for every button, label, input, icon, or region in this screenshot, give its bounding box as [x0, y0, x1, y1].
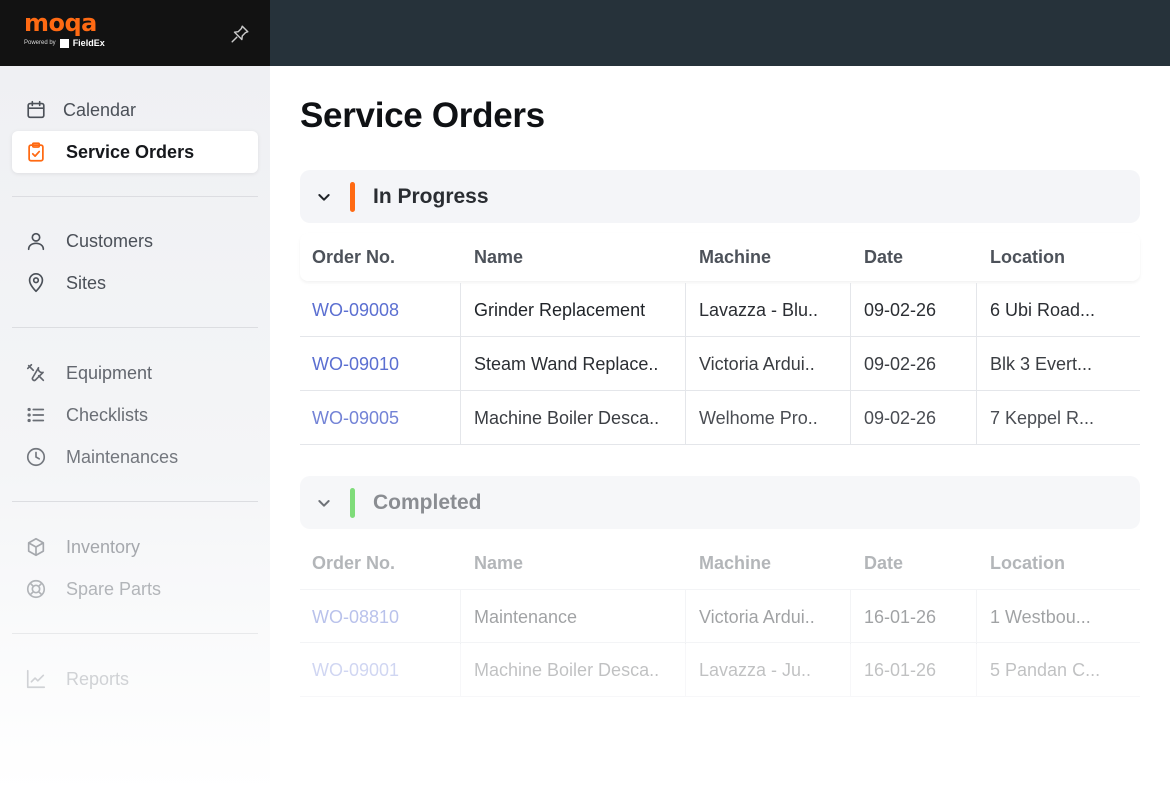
- sidebar-divider: [12, 633, 258, 634]
- order-name: Grinder Replacement: [474, 299, 646, 320]
- order-name: Machine Boiler Desca..: [474, 659, 660, 680]
- order-number-link[interactable]: WO-09010: [312, 337, 399, 391]
- order-location: 7 Keppel R...: [990, 407, 1095, 428]
- order-location: 5 Pandan C...: [990, 659, 1101, 680]
- sidebar-item-inventory[interactable]: Inventory: [12, 526, 258, 568]
- sidebar: Calendar Service Orders Customers Sites …: [0, 66, 270, 792]
- lifebuoy-icon: [24, 577, 48, 601]
- sidebar-item-label: Inventory: [66, 536, 141, 557]
- chevron-down-icon[interactable]: [314, 493, 334, 513]
- clock-icon: [24, 445, 48, 469]
- order-machine: Lavazza - Blu..: [699, 299, 819, 320]
- calendar-icon: [24, 98, 48, 122]
- group-header-completed[interactable]: Completed: [300, 476, 1140, 529]
- status-indicator-in-progress: [350, 181, 355, 212]
- group-title: Completed: [373, 490, 482, 514]
- sidebar-item-label: Checklists: [66, 404, 149, 425]
- table-header-row: Order No. Name Machine Date Location: [300, 233, 1140, 281]
- pin-icon: [231, 25, 249, 43]
- order-number-link[interactable]: WO-08810: [312, 590, 399, 644]
- sidebar-item-label: Service Orders: [66, 141, 195, 162]
- column-header-date[interactable]: Date: [864, 553, 903, 574]
- sidebar-item-customers[interactable]: Customers: [12, 220, 258, 262]
- order-number-link[interactable]: WO-09005: [312, 391, 399, 445]
- order-machine: Victoria Ardui..: [699, 353, 815, 374]
- tools-icon: [24, 361, 48, 385]
- table-header-row: Order No. Name Machine Date Location: [300, 539, 1140, 587]
- box-icon: [24, 535, 48, 559]
- sidebar-item-spare-parts[interactable]: Spare Parts: [12, 568, 258, 610]
- order-number-link[interactable]: WO-09008: [312, 283, 399, 337]
- order-location: Blk 3 Evert...: [990, 353, 1093, 374]
- table-row[interactable]: WO-09005 Machine Boiler Desca.. Welhome …: [300, 391, 1140, 445]
- moqa-logo: moqa Powered by FieldEx: [24, 10, 105, 48]
- order-date: 09-02-26: [864, 353, 937, 374]
- column-header-machine[interactable]: Machine: [699, 247, 771, 268]
- map-pin-icon: [24, 271, 48, 295]
- order-date: 09-02-26: [864, 299, 937, 320]
- pin-sidebar-button[interactable]: [226, 20, 254, 48]
- sidebar-item-service-orders[interactable]: Service Orders: [12, 131, 258, 173]
- sidebar-item-label: Calendar: [63, 99, 137, 120]
- fieldex-label: FieldEx: [72, 38, 105, 48]
- order-date: 09-02-26: [864, 407, 937, 428]
- order-name: Maintenance: [474, 606, 578, 627]
- column-header-location[interactable]: Location: [990, 553, 1065, 574]
- sidebar-item-label: Equipment: [66, 362, 153, 383]
- sidebar-item-sites[interactable]: Sites: [12, 262, 258, 304]
- top-header-bar: [270, 0, 1170, 66]
- order-location: 1 Westbou...: [990, 606, 1091, 627]
- order-machine: Welhome Pro..: [699, 407, 818, 428]
- order-number-link[interactable]: WO-09001: [312, 643, 399, 697]
- column-header-machine[interactable]: Machine: [699, 553, 771, 574]
- sidebar-item-label: Customers: [66, 230, 154, 251]
- status-indicator-completed: [350, 487, 355, 518]
- table-row[interactable]: WO-09008 Grinder Replacement Lavazza - B…: [300, 283, 1140, 337]
- fieldex-mark-icon: [59, 38, 69, 48]
- logo-wordmark: moqa: [24, 9, 97, 37]
- brand-bar: moqa Powered by FieldEx: [0, 0, 270, 66]
- sidebar-item-label: Maintenances: [66, 446, 179, 467]
- order-name: Steam Wand Replace..: [474, 353, 659, 374]
- sidebar-item-checklists[interactable]: Checklists: [12, 394, 258, 436]
- order-name: Machine Boiler Desca..: [474, 407, 660, 428]
- group-header-in-progress[interactable]: In Progress: [300, 170, 1140, 223]
- sidebar-item-label: Reports: [66, 668, 130, 689]
- column-header-location[interactable]: Location: [990, 247, 1065, 268]
- powered-by-label: Powered by: [24, 40, 56, 46]
- table-row[interactable]: WO-09001 Machine Boiler Desca.. Lavazza …: [300, 643, 1140, 697]
- sidebar-divider: [12, 327, 258, 328]
- table-row[interactable]: WO-08810 Maintenance Victoria Ardui.. 16…: [300, 589, 1140, 644]
- order-location: 6 Ubi Road...: [990, 299, 1096, 320]
- sidebar-item-equipment[interactable]: Equipment: [12, 352, 258, 394]
- sidebar-item-label: Spare Parts: [66, 578, 162, 599]
- sidebar-item-reports[interactable]: Reports: [12, 658, 258, 700]
- chevron-down-icon[interactable]: [314, 187, 334, 207]
- clipboard-check-icon: [24, 140, 48, 164]
- sidebar-divider: [12, 501, 258, 502]
- group-title: In Progress: [373, 184, 489, 208]
- column-header-name[interactable]: Name: [474, 553, 523, 574]
- list-icon: [24, 403, 48, 427]
- sidebar-divider: [12, 196, 258, 197]
- chart-line-icon: [24, 667, 48, 691]
- sidebar-item-maintenances[interactable]: Maintenances: [12, 436, 258, 478]
- column-header-name[interactable]: Name: [474, 247, 523, 268]
- sidebar-item-calendar[interactable]: Calendar: [12, 89, 258, 131]
- page-title: Service Orders: [300, 96, 545, 135]
- column-header-date[interactable]: Date: [864, 247, 903, 268]
- user-icon: [24, 229, 48, 253]
- column-header-order-no[interactable]: Order No.: [312, 247, 395, 268]
- order-date: 16-01-26: [864, 606, 937, 627]
- order-machine: Victoria Ardui..: [699, 606, 815, 627]
- sidebar-item-label: Sites: [66, 272, 107, 293]
- column-header-order-no[interactable]: Order No.: [312, 553, 395, 574]
- order-date: 16-01-26: [864, 659, 937, 680]
- order-machine: Lavazza - Ju..: [699, 659, 812, 680]
- table-row[interactable]: WO-09010 Steam Wand Replace.. Victoria A…: [300, 337, 1140, 391]
